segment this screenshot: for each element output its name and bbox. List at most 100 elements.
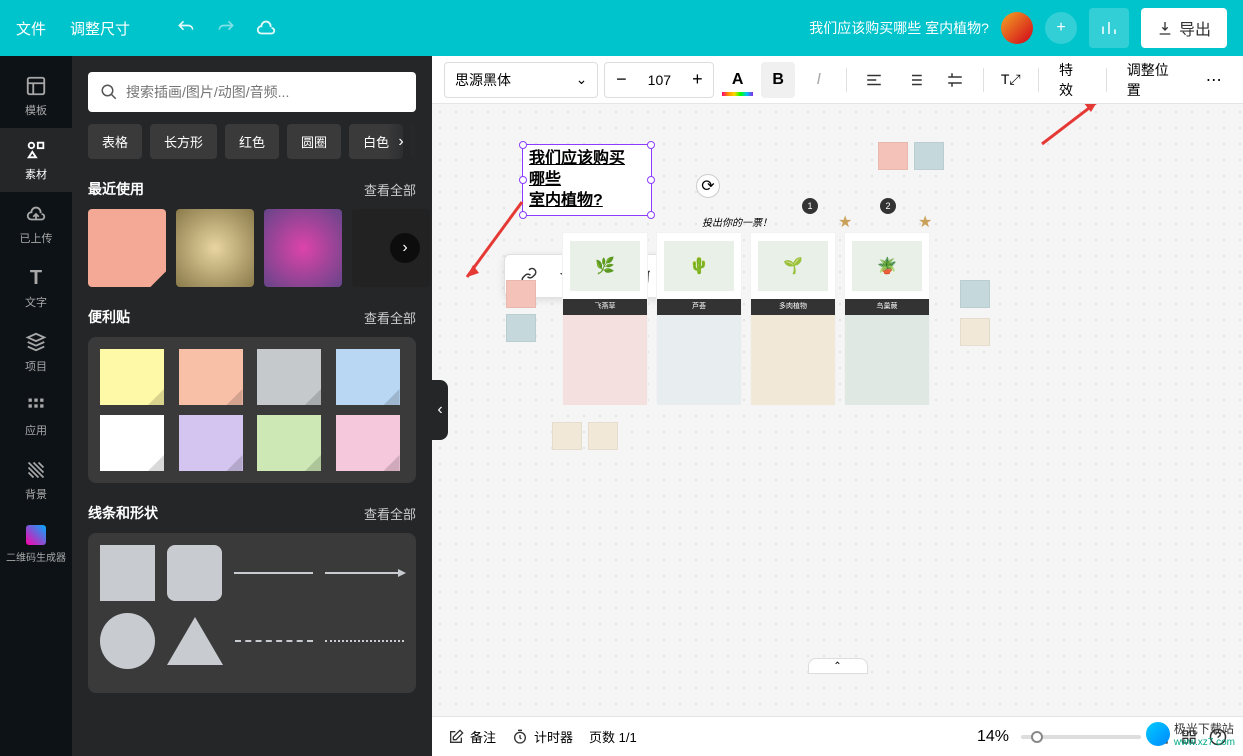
shape-circle[interactable] [100,613,155,669]
badge-1: 1 [802,198,818,214]
section-shapes-all[interactable]: 查看全部 [364,504,416,523]
canvas[interactable]: 我们应该购买 哪些 室内植物? ⟳ ⋯ 投出你的一票！ 1 2 ★ ★ 🌿飞燕草… [432,104,1243,716]
board-note[interactable] [960,280,990,308]
font-size-increase[interactable]: + [681,63,713,97]
section-recent-title: 最近使用 [88,179,144,199]
rail-apps[interactable]: 应用 [0,384,72,448]
search-box[interactable] [88,72,416,112]
avatar[interactable] [1001,12,1033,44]
export-button[interactable]: 导出 [1141,8,1227,48]
rail-text[interactable]: T文字 [0,256,72,320]
position-button[interactable]: 调整位置 [1117,60,1191,100]
section-shapes-title: 线条和形状 [88,503,158,523]
filter-scroll-right[interactable]: › [386,124,416,159]
shape-arrow[interactable] [325,572,404,574]
sticky-note[interactable] [179,415,243,471]
section-recent-all[interactable]: 查看全部 [364,180,416,199]
board-note[interactable] [552,422,582,450]
undo-icon[interactable] [174,16,198,40]
board-note[interactable] [588,422,618,450]
italic-button[interactable]: I [801,62,836,98]
badge-2: 2 [880,198,896,214]
font-select[interactable]: 思源黑体⌄ [444,62,598,98]
selected-text-box[interactable]: 我们应该购买 哪些 室内植物? [522,144,652,216]
resize-handle[interactable] [519,211,527,219]
search-input[interactable] [126,84,404,100]
bold-button[interactable]: B [761,62,796,98]
plant-card[interactable]: 🌱多肉植物 [750,232,836,402]
section-sticky-all[interactable]: 查看全部 [364,308,416,327]
plant-card[interactable]: 🌵芦荟 [656,232,742,402]
shape-triangle[interactable] [167,617,223,665]
filter-chip[interactable]: 表格 [88,124,142,159]
board-note[interactable] [960,318,990,346]
filter-chip[interactable]: 长方形 [150,124,217,159]
shape-dotted-line[interactable] [325,640,404,642]
sticky-note[interactable] [257,349,321,405]
zoom-thumb[interactable] [1031,731,1043,743]
filter-chip[interactable]: 红色 [225,124,279,159]
rail-background[interactable]: 背景 [0,448,72,512]
rail-uploads[interactable]: 已上传 [0,192,72,256]
rotate-handle[interactable]: ⟳ [696,174,720,198]
document-title[interactable]: 我们应该购买哪些 室内植物? [809,18,989,38]
effects-button[interactable]: 特效 [1049,60,1096,100]
plant-card[interactable]: 🌿飞燕草 [562,232,648,402]
timer-button[interactable]: 计时器 [512,727,573,746]
rail-projects[interactable]: 项目 [0,320,72,384]
file-menu[interactable]: 文件 [16,18,46,39]
font-size-input[interactable] [637,72,681,88]
vote-label: 投出你的一票！ [702,214,772,229]
board-note[interactable] [914,142,944,170]
more-button[interactable]: ⋯ [1196,62,1231,98]
shape-square[interactable] [100,545,155,601]
spacing-button[interactable] [938,62,973,98]
sticky-note[interactable] [100,415,164,471]
zoom-slider[interactable] [1021,735,1141,739]
recent-scroll-right[interactable]: › [390,233,420,263]
board-note[interactable] [506,314,536,342]
rail-elements[interactable]: 素材 [0,128,72,192]
sticky-note[interactable] [179,349,243,405]
notes-button[interactable]: 备注 [448,727,496,746]
sticky-note[interactable] [257,415,321,471]
resize-menu[interactable]: 调整尺寸 [70,18,130,39]
shape-dashed-line[interactable] [235,640,314,642]
analytics-button[interactable] [1089,8,1129,48]
recent-item[interactable] [88,209,166,287]
align-button[interactable] [857,62,892,98]
resize-handle[interactable] [519,141,527,149]
panel-collapse-button[interactable]: ‹ [432,380,448,440]
sticky-note[interactable] [336,415,400,471]
font-size-decrease[interactable]: − [605,63,637,97]
list-button[interactable] [897,62,932,98]
recent-item[interactable] [264,209,342,287]
text-transform-button[interactable]: T⤢ [993,62,1028,98]
resize-handle[interactable] [647,141,655,149]
page-expand-button[interactable]: ⌃ [808,658,868,674]
shape-rounded[interactable] [167,545,222,601]
resize-handle[interactable] [647,176,655,184]
text-toolbar: 思源黑体⌄ − + A B I T⤢ 特效 调整位置 ⋯ [432,56,1243,104]
filter-chip[interactable]: 圆圈 [287,124,341,159]
board-note[interactable] [878,142,908,170]
board-note[interactable] [506,280,536,308]
resize-handle[interactable] [647,211,655,219]
star-icon: ★ [838,212,852,232]
redo-icon[interactable] [214,16,238,40]
plant-card[interactable]: 🪴鸟巢蕨 [844,232,930,402]
shapes-grid [88,533,416,693]
export-label: 导出 [1179,16,1211,40]
text-color-button[interactable]: A [720,62,755,98]
bottom-bar: 备注 计时器 页数 1/1 14% [432,716,1243,756]
add-member-button[interactable]: + [1045,12,1077,44]
cloud-sync-icon[interactable] [254,16,278,40]
rail-qrcode[interactable]: 二维码生成器 [0,512,72,576]
sticky-note[interactable] [336,349,400,405]
sticky-note[interactable] [100,349,164,405]
recent-item[interactable] [176,209,254,287]
page-indicator[interactable]: 页数 1/1 [589,727,637,746]
rail-templates[interactable]: 模板 [0,64,72,128]
shape-line[interactable] [234,572,313,574]
text-content[interactable]: 我们应该购买 哪些 室内植物? [523,145,651,215]
